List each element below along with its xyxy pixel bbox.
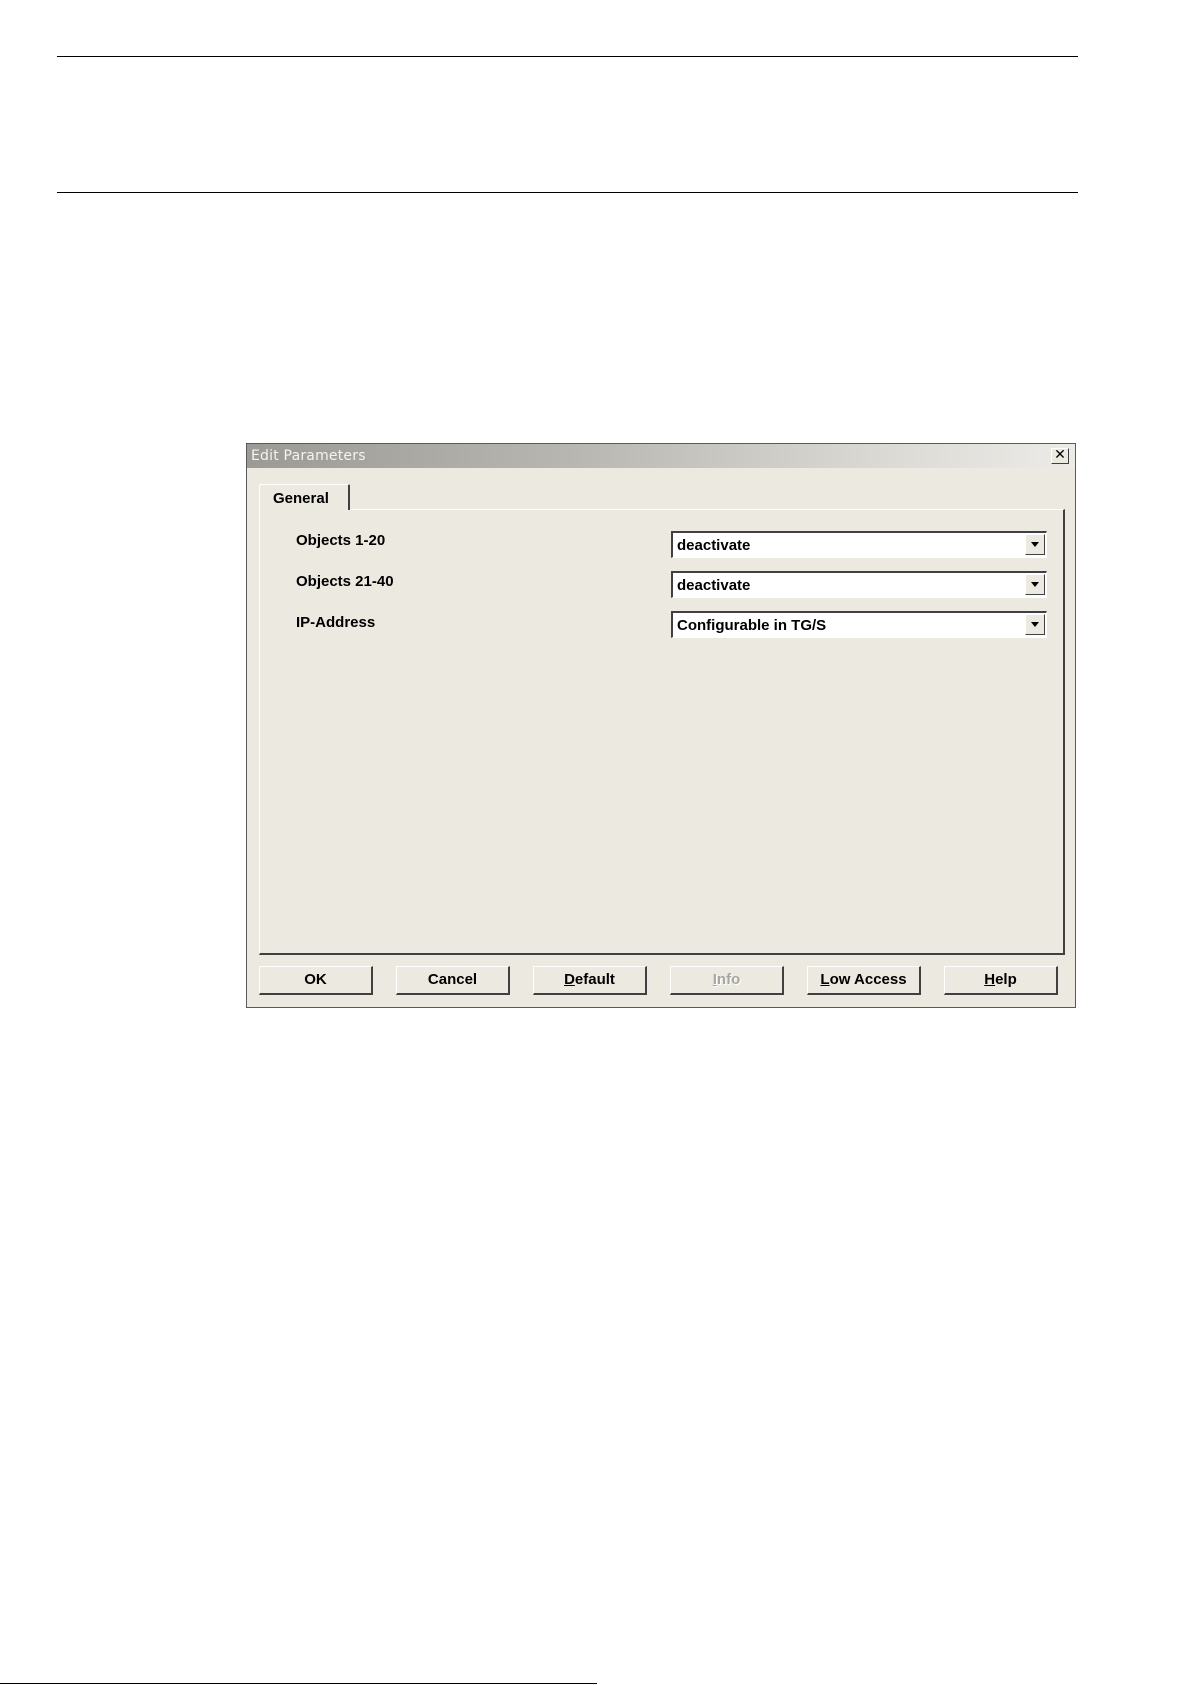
help-button-accel: H bbox=[984, 971, 996, 988]
ip-address-value: Configurable in TG/S bbox=[677, 617, 827, 634]
info-button: Info bbox=[670, 966, 784, 995]
chevron-down-icon[interactable] bbox=[1025, 574, 1045, 595]
objects-1-20-value: deactivate bbox=[677, 537, 751, 554]
param-label-objects-21-40: Objects 21-40 bbox=[296, 573, 394, 590]
chevron-down-icon[interactable] bbox=[1025, 614, 1045, 635]
info-button-label: nfo bbox=[716, 971, 741, 988]
low-access-button[interactable]: Low Access bbox=[807, 966, 921, 995]
page-header-rule-top bbox=[57, 56, 1078, 57]
dialog-titlebar[interactable]: Edit Parameters ✕ bbox=[247, 444, 1075, 468]
low-access-button-label: ow Access bbox=[829, 971, 907, 988]
ip-address-select[interactable]: Configurable in TG/S bbox=[671, 611, 1047, 638]
objects-21-40-select[interactable]: deactivate bbox=[671, 571, 1047, 598]
default-button[interactable]: Default bbox=[533, 966, 647, 995]
help-button[interactable]: Help bbox=[944, 966, 1058, 995]
close-icon: ✕ bbox=[1054, 447, 1066, 463]
edit-parameters-dialog: Edit Parameters ✕ General Objects 1-20 d… bbox=[246, 443, 1076, 1008]
param-label-objects-1-20: Objects 1-20 bbox=[296, 532, 386, 549]
default-button-label: efault bbox=[574, 971, 615, 988]
page-header-rule-bottom bbox=[57, 192, 1078, 193]
tab-general-label: General bbox=[273, 490, 329, 507]
chevron-down-icon[interactable] bbox=[1025, 534, 1045, 555]
objects-1-20-select[interactable]: deactivate bbox=[671, 531, 1047, 558]
dialog-title: Edit Parameters bbox=[251, 448, 366, 464]
close-button[interactable]: ✕ bbox=[1051, 448, 1069, 464]
objects-21-40-value: deactivate bbox=[677, 577, 751, 594]
param-label-ip-address: IP-Address bbox=[296, 614, 376, 631]
low-access-button-accel: L bbox=[820, 971, 830, 988]
ok-button[interactable]: OK bbox=[259, 966, 373, 995]
help-button-label: elp bbox=[995, 971, 1017, 988]
tab-general[interactable]: General bbox=[259, 484, 350, 510]
page-footer-rule bbox=[0, 1683, 597, 1684]
tab-panel-general: Objects 1-20 deactivate Objects 21-40 de… bbox=[259, 509, 1065, 955]
cancel-button[interactable]: Cancel bbox=[396, 966, 510, 995]
default-button-accel: D bbox=[564, 971, 575, 988]
